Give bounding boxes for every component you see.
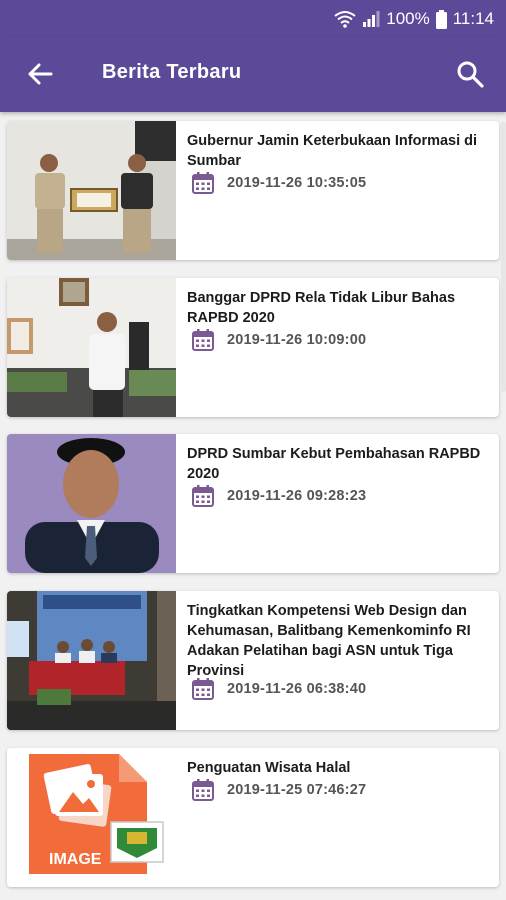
news-date-row: 2019-11-26 09:28:23 (191, 484, 366, 508)
news-thumbnail (7, 591, 176, 730)
calendar-icon (192, 329, 214, 351)
news-card[interactable]: Banggar DPRD Rela Tidak Libur Bahas RAPB… (7, 278, 499, 417)
news-title: DPRD Sumbar Kebut Pembahasan RAPBD 2020 (187, 446, 481, 482)
app-bar: Berita Terbaru (0, 36, 506, 112)
news-date-row: 2019-11-25 07:46:27 (191, 778, 366, 802)
news-date: 2019-11-26 10:09:00 (227, 332, 367, 348)
news-date-row: 2019-11-26 06:38:40 (191, 677, 366, 701)
news-title: Gubernur Jamin Keterbukaan Informasi di … (187, 133, 478, 169)
placeholder-label: IMAGE (49, 851, 102, 868)
news-date: 2019-11-26 10:35:05 (227, 175, 367, 191)
search-button[interactable] (454, 58, 486, 90)
news-card[interactable]: Gubernur Jamin Keterbukaan Informasi di … (7, 121, 499, 260)
back-button[interactable] (24, 58, 56, 90)
news-thumbnail: IMAGE (7, 748, 176, 887)
news-card[interactable]: Tingkatkan Kompetensi Web Design dan Keh… (7, 591, 499, 730)
news-thumbnail (7, 434, 176, 573)
news-date-row: 2019-11-26 10:09:00 (191, 328, 366, 352)
news-date-row: 2019-11-26 10:35:05 (191, 171, 366, 195)
page-title: Berita Terbaru (102, 61, 242, 83)
news-date: 2019-11-26 06:38:40 (227, 681, 367, 697)
news-thumbnail (7, 278, 176, 417)
signal-icon (363, 11, 380, 27)
calendar-icon (192, 485, 214, 507)
news-title: Penguatan Wisata Halal (187, 760, 351, 776)
news-date: 2019-11-26 09:28:23 (227, 488, 367, 504)
wifi-icon (334, 11, 356, 28)
news-thumbnail (7, 121, 176, 260)
calendar-icon (192, 172, 214, 194)
scroll-edge (501, 122, 506, 392)
news-card[interactable]: IMAGE Penguatan Wisata Halal 2019-11-25 … (7, 748, 499, 887)
calendar-icon (192, 678, 214, 700)
news-title: Tingkatkan Kompetensi Web Design dan Keh… (187, 603, 471, 679)
news-date: 2019-11-25 07:46:27 (227, 782, 367, 798)
calendar-icon (192, 779, 214, 801)
news-card[interactable]: DPRD Sumbar Kebut Pembahasan RAPBD 2020 … (7, 434, 499, 573)
arrow-back-icon (28, 63, 53, 85)
news-title: Banggar DPRD Rela Tidak Libur Bahas RAPB… (187, 290, 456, 326)
status-bar: 100% 11:14 (0, 0, 506, 36)
search-icon (457, 61, 484, 88)
status-indicators: 100% 11:14 (334, 8, 494, 30)
clock-time: 11:14 (452, 9, 494, 28)
battery-percent: 100% (386, 9, 430, 28)
news-list: Gubernur Jamin Keterbukaan Informasi di … (0, 112, 506, 900)
battery-icon (435, 9, 447, 29)
